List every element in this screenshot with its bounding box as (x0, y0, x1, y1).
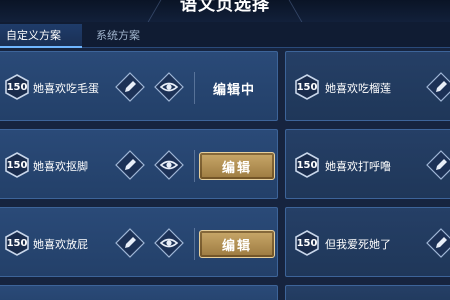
pencil-icon (426, 72, 450, 102)
preview-button[interactable] (154, 150, 184, 180)
tab-bar: 自定义方案 系统方案 (0, 22, 450, 48)
phrase-card[interactable]: 150 她喜欢吃榴莲 (285, 51, 450, 121)
phrase-text: 她喜欢放屁 (33, 238, 88, 251)
page-title: 语文页选择 (180, 0, 270, 15)
rename-button[interactable] (426, 150, 450, 180)
cost-badge: 150 (294, 230, 320, 256)
eye-icon (154, 228, 184, 258)
phrase-card[interactable]: 150 但我爱死她了 (285, 207, 450, 277)
cost-badge: 150 (4, 74, 30, 100)
rename-button[interactable] (115, 72, 145, 102)
phrase-card[interactable]: 150 她喜欢打呼噜 (285, 129, 450, 199)
pencil-icon (426, 228, 450, 258)
edit-button[interactable]: 编辑 (199, 230, 275, 258)
phrase-text: 她喜欢吃毛蛋 (33, 82, 99, 95)
preview-button[interactable] (154, 228, 184, 258)
phrase-text: 她喜欢抠脚 (33, 160, 88, 173)
rename-button[interactable] (426, 228, 450, 258)
phrase-text: 她喜欢打呼噜 (325, 160, 391, 173)
separator (194, 228, 195, 260)
top-bar: 语文页选择 (0, 0, 450, 22)
eye-icon (154, 150, 184, 180)
phrase-card[interactable]: 150 她喜欢抠脚 编辑 (0, 129, 278, 199)
rename-button[interactable] (115, 228, 145, 258)
separator (194, 150, 195, 182)
rename-button[interactable] (115, 150, 145, 180)
tab-system-plans[interactable]: 系统方案 (90, 24, 170, 48)
eye-icon (154, 72, 184, 102)
pencil-icon (426, 150, 450, 180)
cost-badge: 150 (4, 230, 30, 256)
pencil-icon (115, 228, 145, 258)
phrase-text: 但我爱死她了 (325, 238, 391, 251)
phrase-card[interactable]: 150 她喜欢吃毛蛋 编辑中 (0, 51, 278, 121)
separator (194, 72, 195, 104)
preview-button[interactable] (154, 72, 184, 102)
cost-badge: 150 (294, 152, 320, 178)
pencil-icon (115, 150, 145, 180)
phrase-card[interactable]: 150 她喜欢放屁 编辑 (0, 207, 278, 277)
editing-status: 编辑中 (213, 83, 256, 98)
tab-custom-plans[interactable]: 自定义方案 (0, 24, 82, 48)
phrase-text: 她喜欢吃榴莲 (325, 82, 391, 95)
edit-button[interactable]: 编辑 (199, 152, 275, 180)
cost-badge: 150 (4, 152, 30, 178)
phrase-card-partial[interactable] (0, 285, 278, 300)
rename-button[interactable] (426, 72, 450, 102)
pencil-icon (115, 72, 145, 102)
cost-badge: 150 (294, 74, 320, 100)
phrase-card-partial[interactable] (285, 285, 450, 300)
